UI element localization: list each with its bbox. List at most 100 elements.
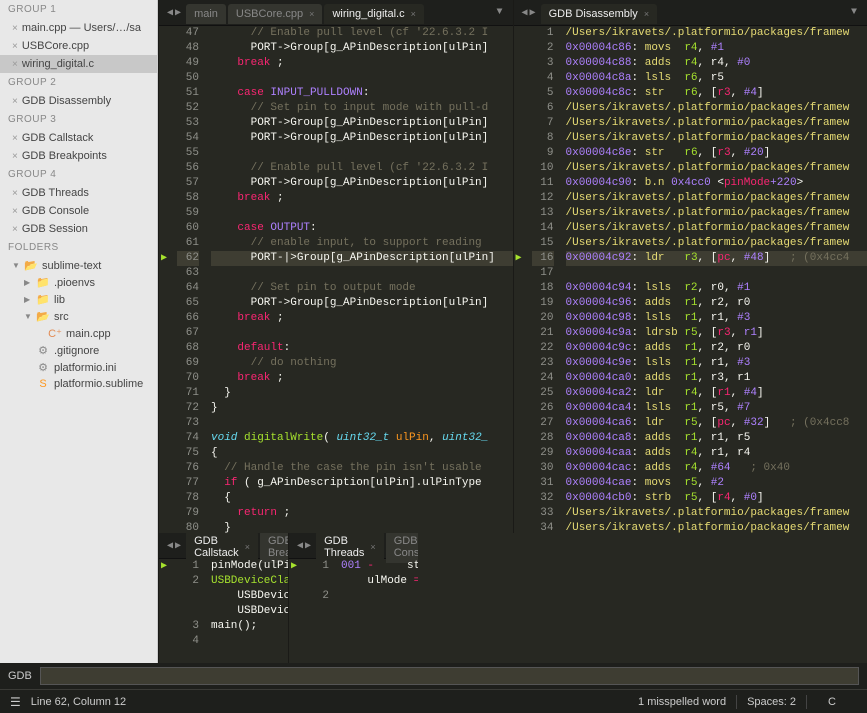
code-line[interactable]: break ;: [211, 311, 513, 326]
gdb-input[interactable]: [40, 667, 859, 685]
group-item[interactable]: ×GDB Callstack: [0, 129, 157, 147]
callstack-line[interactable]: pinMode(ulPin = 31,ulMode = 1,);: [211, 559, 288, 574]
group-item[interactable]: ×GDB Session: [0, 220, 157, 238]
tab[interactable]: wiring_digital.c×: [324, 4, 423, 24]
code-line[interactable]: if ( g_APinDescription[ulPin].ulPinType: [211, 476, 513, 491]
folder-item[interactable]: ▼📂sublime-text: [0, 257, 157, 274]
callstack-line[interactable]: [211, 634, 288, 649]
close-icon[interactable]: ×: [411, 9, 416, 19]
group-item[interactable]: ×GDB Console: [0, 202, 157, 220]
nav-fwd-icon[interactable]: ▶: [175, 540, 181, 552]
asm-line[interactable]: 0x00004c92: ldr r3, [pc, #48] ; (0x4cc4: [566, 251, 867, 266]
asm-line[interactable]: 0x00004c96: adds r1, r2, r0: [566, 296, 867, 311]
thread-line[interactable]: 001 - stopped - pinMode(ulPin = 31,: [341, 559, 418, 574]
code-line[interactable]: // Set pin to output mode: [211, 281, 513, 296]
tab[interactable]: GDB Disassembly×: [541, 4, 658, 24]
code-line[interactable]: PORT->Group[g_APinDescription[ulPin]: [211, 116, 513, 131]
file-item[interactable]: ⚙.gitignore: [0, 342, 157, 359]
folder-item[interactable]: ▼📂src: [0, 308, 157, 325]
code-line[interactable]: [211, 206, 513, 221]
expand-icon[interactable]: ▼: [12, 261, 20, 270]
asm-line[interactable]: 0x00004ca6: ldr r5, [pc, #32] ; (0x4cc8: [566, 416, 867, 431]
tab[interactable]: USBCore.cpp×: [228, 4, 323, 24]
asm-line[interactable]: /Users/ikravets/.platformio/packages/fra…: [566, 161, 867, 176]
asm-line[interactable]: [566, 266, 867, 281]
code-line[interactable]: void digitalWrite( uint32_t ulPin, uint3…: [211, 431, 513, 446]
code-line[interactable]: PORT->Group[g_APinDescription[ulPin]: [211, 176, 513, 191]
code-line[interactable]: // Enable pull level (cf '22.6.3.2 I: [211, 161, 513, 176]
code-line[interactable]: }: [211, 386, 513, 401]
close-icon[interactable]: ×: [12, 188, 18, 199]
asm-line[interactable]: 0x00004c9a: ldrsb r5, [r3, r1]: [566, 326, 867, 341]
code-line[interactable]: }: [211, 401, 513, 416]
group-item[interactable]: ×wiring_digital.c: [0, 55, 157, 73]
asm-line[interactable]: 0x00004c88: adds r4, r4, #0: [566, 56, 867, 71]
group-item[interactable]: ×GDB Disassembly: [0, 92, 157, 110]
thread-line[interactable]: ulMode = 1);: [341, 574, 418, 589]
asm-line[interactable]: /Users/ikravets/.platformio/packages/fra…: [566, 221, 867, 236]
nav-back-icon[interactable]: ◀: [167, 540, 173, 552]
code-line[interactable]: PORT-|>Group[g_APinDescription[ulPin]: [211, 251, 513, 266]
asm-line[interactable]: 0x00004ca0: adds r1, r3, r1: [566, 371, 867, 386]
code-line[interactable]: [211, 326, 513, 341]
close-icon[interactable]: ×: [12, 133, 18, 144]
asm-line[interactable]: /Users/ikravets/.platformio/packages/fra…: [566, 206, 867, 221]
menu-icon[interactable]: ☰: [10, 695, 21, 709]
code-line[interactable]: // Enable pull level (cf '22.6.3.2 I: [211, 26, 513, 41]
code-line[interactable]: break ;: [211, 371, 513, 386]
code-line[interactable]: case INPUT_PULLDOWN:: [211, 86, 513, 101]
close-icon[interactable]: ×: [12, 206, 18, 217]
nav-fwd-icon[interactable]: ▶: [530, 7, 536, 19]
group-item[interactable]: ×USBCore.cpp: [0, 37, 157, 55]
close-icon[interactable]: ×: [12, 96, 18, 107]
code-line[interactable]: {: [211, 491, 513, 506]
group-item[interactable]: ×GDB Breakpoints: [0, 147, 157, 165]
asm-line[interactable]: /Users/ikravets/.platformio/packages/fra…: [566, 101, 867, 116]
tab[interactable]: main: [186, 4, 226, 24]
code-line[interactable]: [211, 146, 513, 161]
code-line[interactable]: [211, 266, 513, 281]
asm-line[interactable]: /Users/ikravets/.platformio/packages/fra…: [566, 131, 867, 146]
file-item[interactable]: Splatformio.sublime: [0, 376, 157, 392]
thread-line[interactable]: [341, 589, 418, 604]
code-line[interactable]: break ;: [211, 56, 513, 71]
code-line[interactable]: [211, 71, 513, 86]
expand-icon[interactable]: ▶: [24, 295, 32, 304]
nav-fwd-icon[interactable]: ▶: [175, 7, 181, 19]
asm-line[interactable]: /Users/ikravets/.platformio/packages/fra…: [566, 116, 867, 131]
asm-line[interactable]: 0x00004c8a: lsls r6, r5: [566, 71, 867, 86]
expand-icon[interactable]: ▼: [24, 312, 32, 321]
expand-icon[interactable]: ▶: [24, 278, 32, 287]
asm-line[interactable]: 0x00004c98: lsls r1, r1, #3: [566, 311, 867, 326]
asm-line[interactable]: /Users/ikravets/.platformio/packages/fra…: [566, 506, 867, 521]
code-line[interactable]: PORT->Group[g_APinDescription[ulPin]: [211, 131, 513, 146]
nav-back-icon[interactable]: ◀: [167, 7, 173, 19]
asm-line[interactable]: 0x00004c8c: str r6, [r3, #4]: [566, 86, 867, 101]
code-line[interactable]: PORT->Group[g_APinDescription[ulPin]: [211, 296, 513, 311]
close-icon[interactable]: ×: [12, 224, 18, 235]
group-item[interactable]: ×GDB Threads: [0, 184, 157, 202]
nav-back-icon[interactable]: ◀: [522, 7, 528, 19]
asm-line[interactable]: 0x00004c8e: str r6, [r3, #20]: [566, 146, 867, 161]
code-line[interactable]: // enable input, to support reading: [211, 236, 513, 251]
code-line[interactable]: }: [211, 521, 513, 533]
tab-menu-icon[interactable]: ▼: [845, 7, 863, 18]
close-icon[interactable]: ×: [370, 542, 375, 552]
status-spaces[interactable]: Spaces: 2: [737, 696, 806, 708]
nav-back-icon[interactable]: ◀: [297, 540, 303, 552]
close-icon[interactable]: ×: [12, 41, 18, 52]
code-line[interactable]: // Handle the case the pin isn't usable: [211, 461, 513, 476]
asm-line[interactable]: 0x00004ca8: adds r1, r1, r5: [566, 431, 867, 446]
asm-line[interactable]: 0x00004c94: lsls r2, r0, #1: [566, 281, 867, 296]
asm-line[interactable]: 0x00004cac: adds r4, #64 ; 0x40: [566, 461, 867, 476]
folder-item[interactable]: ▶📁.pioenvs: [0, 274, 157, 291]
code-line[interactable]: // do nothing: [211, 356, 513, 371]
asm-line[interactable]: 0x00004ca2: ldr r4, [r1, #4]: [566, 386, 867, 401]
nav-fwd-icon[interactable]: ▶: [305, 540, 311, 552]
callstack-line[interactable]: main();: [211, 619, 288, 634]
asm-line[interactable]: 0x00004cae: movs r5, #2: [566, 476, 867, 491]
code-line[interactable]: default:: [211, 341, 513, 356]
asm-line[interactable]: 0x00004c9e: lsls r1, r1, #3: [566, 356, 867, 371]
tab-menu-icon[interactable]: ▼: [490, 7, 508, 18]
asm-line[interactable]: 0x00004c9c: adds r1, r2, r0: [566, 341, 867, 356]
